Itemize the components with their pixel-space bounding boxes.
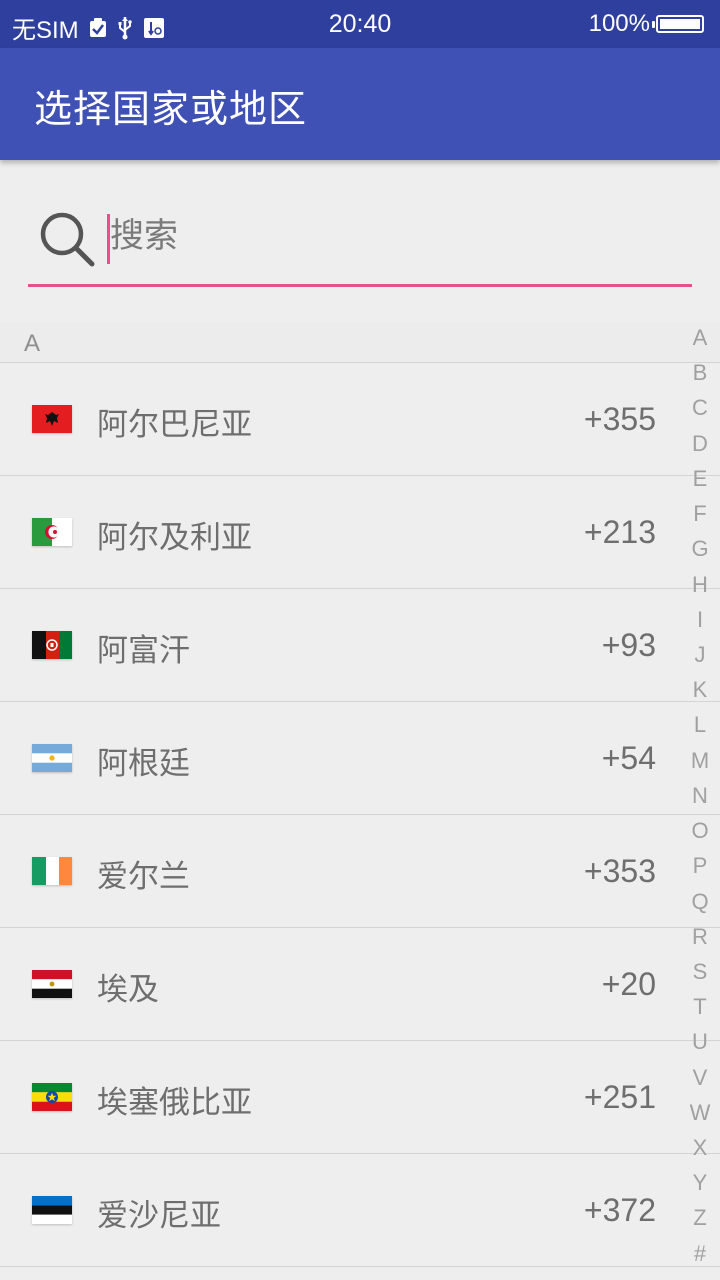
app-bar: 选择国家或地区 (0, 48, 720, 160)
country-code: +372 (583, 1192, 656, 1228)
index-letter[interactable]: J (695, 642, 706, 667)
index-letter[interactable]: E (693, 466, 708, 491)
list-item[interactable]: 阿富汗 +93 (0, 589, 720, 702)
algeria-flag-icon (32, 518, 72, 546)
index-letter[interactable]: Z (693, 1206, 706, 1230)
search-input[interactable] (110, 212, 670, 260)
index-letter[interactable]: Y (693, 1171, 708, 1195)
country-code: +93 (601, 627, 656, 663)
index-letter[interactable]: P (693, 854, 708, 878)
index-letter[interactable]: D (692, 431, 708, 456)
index-letter[interactable]: I (697, 607, 703, 632)
country-name: 阿富汗 (97, 633, 190, 669)
index-letter[interactable]: M (691, 748, 709, 773)
index-letter[interactable]: S (693, 959, 708, 984)
country-name: 阿尔及利亚 (97, 520, 252, 556)
country-name: 阿尔巴尼亚 (97, 407, 252, 443)
index-letter[interactable]: F (693, 502, 706, 526)
country-name: 埃塞俄比亚 (97, 1085, 252, 1121)
country-code: +355 (583, 401, 656, 437)
country-code: +213 (583, 514, 656, 550)
index-letter[interactable]: G (691, 537, 708, 561)
index-letter[interactable]: Q (691, 889, 708, 914)
list-item[interactable]: 阿根廷 +54 (0, 702, 720, 815)
albania-flag-icon (32, 405, 72, 433)
index-letter[interactable]: U (692, 1030, 708, 1054)
list-item[interactable]: 爱沙尼亚 +372 (0, 1154, 720, 1267)
country-code: +353 (583, 853, 656, 889)
list-item[interactable]: 埃及 +20 (0, 928, 720, 1041)
search-icon[interactable] (38, 210, 96, 272)
index-letter[interactable]: W (690, 1100, 711, 1125)
country-name: 埃及 (97, 972, 159, 1008)
section-letter: A (24, 330, 41, 357)
ireland-flag-icon (32, 857, 72, 885)
index-letter[interactable]: L (694, 713, 706, 737)
country-code: +251 (583, 1079, 656, 1115)
argentina-flag-icon (32, 744, 72, 772)
index-letter[interactable]: A (693, 326, 708, 350)
index-letter[interactable]: O (691, 819, 708, 843)
country-code: +20 (601, 966, 656, 1002)
country-list[interactable]: A 阿尔巴尼亚 +355 阿尔及利亚 +213 阿富汗 +93 阿根廷 +54 … (0, 322, 720, 1280)
battery-icon (652, 15, 704, 33)
index-letter[interactable]: R (692, 924, 708, 949)
page-title: 选择国家或地区 (34, 87, 308, 131)
index-letter[interactable]: K (693, 678, 708, 702)
index-letter[interactable]: # (694, 1241, 706, 1266)
text-cursor (107, 214, 110, 264)
index-letter[interactable]: H (692, 572, 708, 597)
country-code: +54 (601, 740, 656, 776)
list-item[interactable]: 阿尔及利亚 +213 (0, 476, 720, 589)
section-header: A (0, 322, 720, 363)
battery-percent: 100% (588, 10, 650, 37)
index-letter[interactable]: T (693, 995, 706, 1019)
index-letter[interactable]: X (693, 1136, 708, 1160)
country-name: 爱尔兰 (97, 859, 190, 895)
index-letter[interactable]: V (693, 1065, 708, 1090)
country-name: 阿根廷 (97, 746, 190, 782)
list-item[interactable]: 爱尔兰 +353 (0, 815, 720, 928)
search-underline (28, 284, 692, 287)
country-name: 爱沙尼亚 (97, 1198, 221, 1234)
index-letter[interactable]: N (692, 783, 708, 808)
status-right: 100% (589, 10, 704, 38)
list-item[interactable]: 埃塞俄比亚 +251 (0, 1041, 720, 1154)
egypt-flag-icon (32, 970, 72, 998)
index-letter[interactable]: B (693, 361, 708, 385)
search-bar (0, 160, 720, 322)
status-bar: 无SIM 20:40 100% (0, 0, 720, 48)
list-item[interactable]: 阿尔巴尼亚 +355 (0, 363, 720, 476)
ethiopia-flag-icon (32, 1083, 72, 1111)
index-letter[interactable]: C (692, 396, 708, 420)
alphabet-index[interactable]: A B C D E F G H I J K L M N O P Q R S T U V W X Y Z # (680, 322, 720, 1266)
estonia-flag-icon (32, 1196, 72, 1224)
afghanistan-flag-icon (32, 631, 72, 659)
